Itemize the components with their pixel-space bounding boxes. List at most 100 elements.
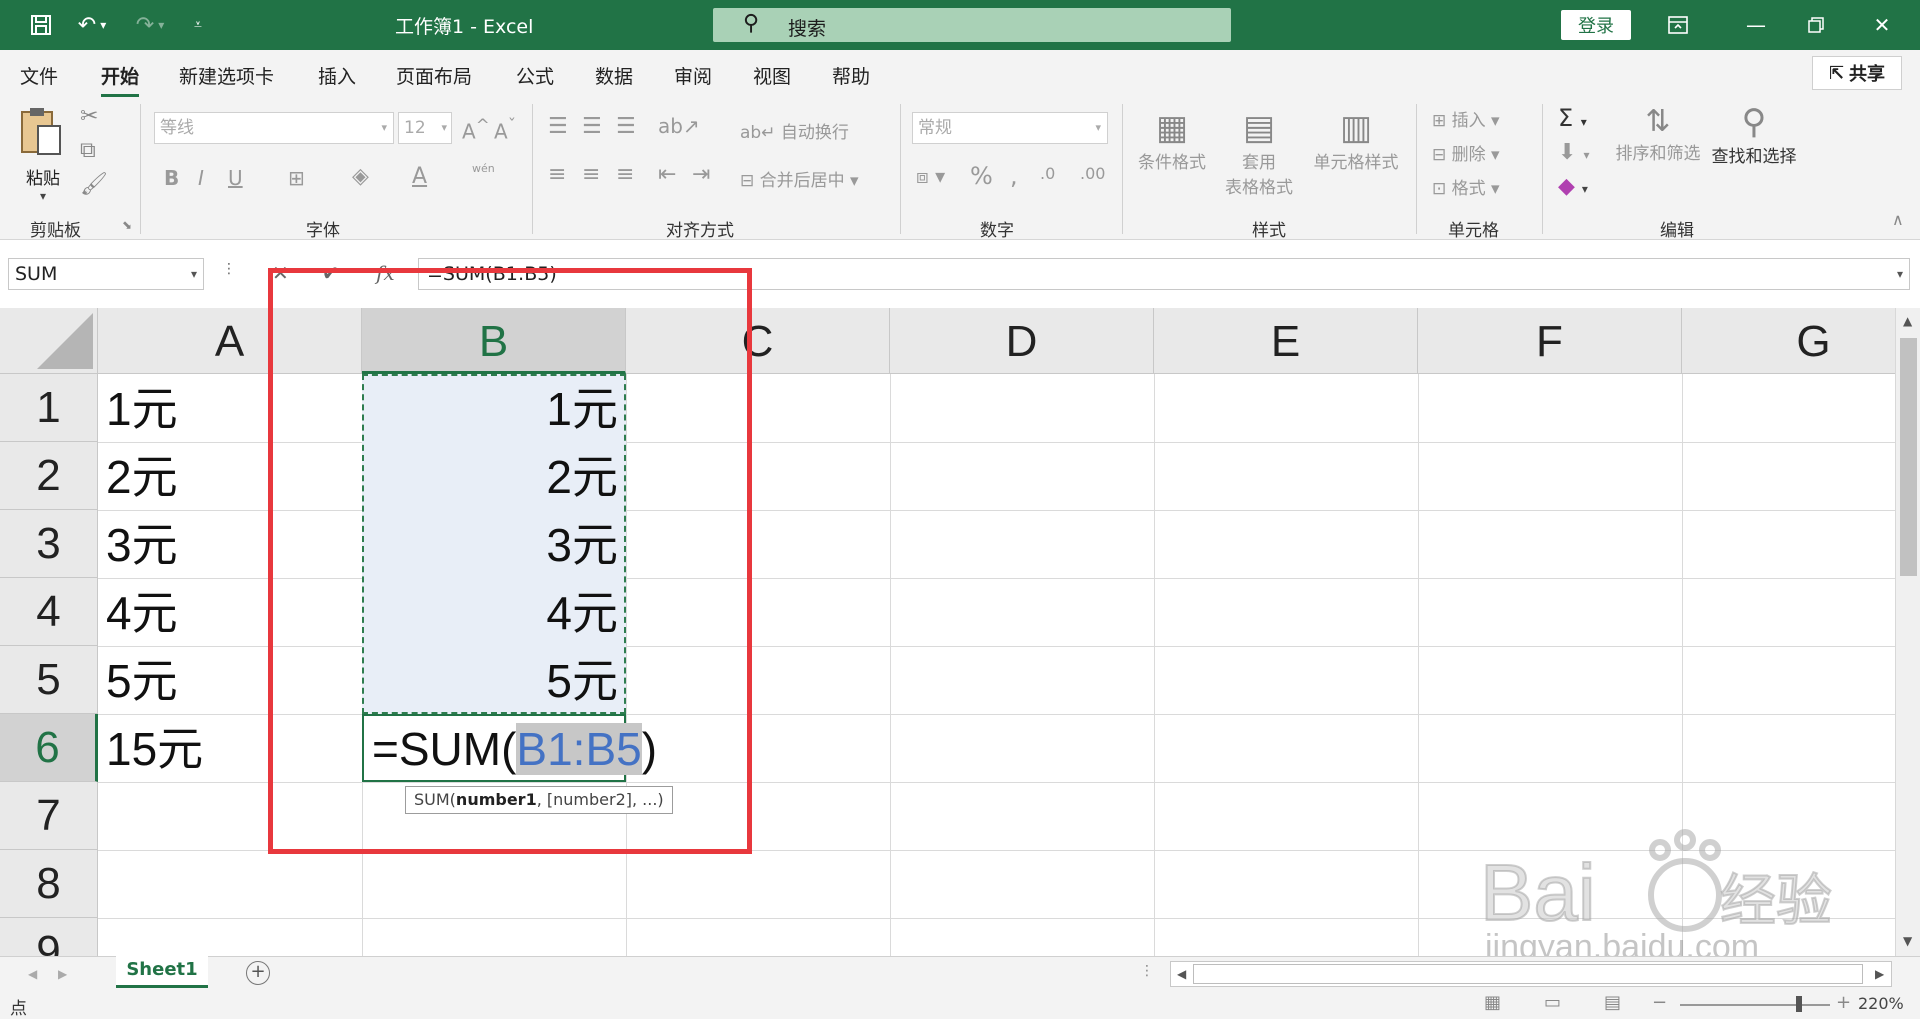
phonetic-icon[interactable]: wén — [472, 162, 495, 175]
tab-home[interactable]: 开始 — [101, 62, 140, 97]
formula-input[interactable]: =SUM(B1:B5) ▾ — [418, 258, 1910, 290]
paste-dropdown-icon[interactable]: ▾ — [18, 189, 68, 203]
zoom-slider[interactable] — [1680, 1004, 1830, 1006]
row-header-1[interactable]: 1 — [0, 374, 98, 442]
tab-split-handle-icon[interactable]: ⋮ — [1140, 963, 1154, 979]
cell-a5[interactable]: 5元 — [98, 646, 362, 714]
search-input[interactable]: ⚲ 搜索 — [713, 8, 1231, 42]
align-center-icon[interactable]: ≡ — [582, 162, 600, 187]
column-header-g[interactable]: G — [1682, 308, 1895, 374]
horizontal-scrollbar[interactable]: ◀ ▶ — [1170, 961, 1892, 987]
minimize-icon[interactable]: — — [1736, 8, 1776, 42]
row-header-3[interactable]: 3 — [0, 510, 98, 578]
save-icon[interactable] — [24, 10, 58, 40]
decrease-indent-icon[interactable]: ⇤ — [658, 162, 676, 187]
next-sheet-icon[interactable]: ▶ — [58, 967, 67, 981]
sort-filter-button[interactable]: ⇅ 排序和筛选 — [1610, 104, 1706, 164]
tab-insert[interactable]: 插入 — [318, 62, 356, 89]
zoom-slider-thumb[interactable] — [1796, 996, 1802, 1012]
worksheet-grid[interactable]: A B C D E F G 1 2 3 4 5 6 7 8 9 1元 2元 3元… — [0, 308, 1895, 956]
paste-button[interactable]: 粘贴 ▾ — [18, 106, 68, 203]
orientation-icon[interactable]: ab↗ — [658, 114, 700, 138]
cell-b4[interactable]: 4元 — [362, 578, 626, 646]
column-header-a[interactable]: A — [98, 308, 362, 374]
align-top-icon[interactable]: ☰ — [548, 114, 568, 139]
bold-icon[interactable]: B — [164, 166, 179, 190]
decrease-decimal-icon[interactable]: .00 — [1080, 164, 1105, 183]
align-left-icon[interactable]: ≡ — [548, 162, 566, 187]
currency-icon[interactable]: ⧈ ▾ — [916, 164, 945, 188]
fill-color-icon[interactable]: ◈ — [352, 164, 369, 189]
tab-page-layout[interactable]: 页面布局 — [396, 62, 472, 89]
percent-icon[interactable]: % — [970, 162, 993, 190]
expand-formula-icon[interactable]: ▾ — [1897, 259, 1903, 289]
border-icon[interactable]: ⊞ — [288, 166, 305, 190]
collapse-ribbon-icon[interactable]: ∧ — [1892, 210, 1904, 229]
page-layout-view-icon[interactable]: ▭ — [1544, 992, 1561, 1013]
horizontal-scroll-thumb[interactable] — [1193, 964, 1863, 984]
name-box[interactable]: SUM ▾ — [8, 258, 204, 290]
row-header-5[interactable]: 5 — [0, 646, 98, 714]
merge-center-button[interactable]: ⊟ 合并后居中 ▾ — [740, 166, 859, 191]
add-sheet-icon[interactable]: + — [246, 961, 270, 985]
number-format-select[interactable]: 常规 ▾ — [912, 112, 1108, 144]
tooltip-arg-number1[interactable]: number1 — [456, 790, 537, 809]
column-header-f[interactable]: F — [1418, 308, 1682, 374]
underline-icon[interactable]: U — [228, 166, 243, 190]
align-right-icon[interactable]: ≡ — [616, 162, 634, 187]
row-header-6[interactable]: 6 — [0, 714, 98, 782]
enter-icon[interactable]: ✔ — [322, 261, 339, 285]
select-all-corner[interactable] — [0, 308, 98, 374]
share-button[interactable]: ⇱ 共享 — [1812, 56, 1902, 90]
row-header-9[interactable]: 9 — [0, 918, 98, 956]
comma-icon[interactable]: , — [1010, 162, 1018, 190]
align-bottom-icon[interactable]: ☰ — [616, 114, 636, 139]
format-painter-icon[interactable]: 🖌 — [80, 172, 108, 197]
scroll-right-icon[interactable]: ▶ — [1875, 967, 1884, 981]
increase-font-icon[interactable]: A^ — [462, 116, 490, 144]
clear-icon[interactable]: ◆ ▾ — [1558, 174, 1588, 199]
row-header-8[interactable]: 8 — [0, 850, 98, 918]
column-header-b[interactable]: B — [362, 308, 626, 374]
cell-a2[interactable]: 2元 — [98, 442, 362, 510]
zoom-in-icon[interactable]: + — [1836, 992, 1851, 1013]
autosum-icon[interactable]: Σ ▾ — [1558, 104, 1587, 132]
vertical-scrollbar[interactable]: ▲ ▼ — [1895, 308, 1920, 956]
login-button[interactable]: 登录 — [1561, 10, 1631, 40]
zoom-out-icon[interactable]: − — [1652, 992, 1667, 1013]
redo-icon[interactable]: ↷ ▾ — [128, 10, 172, 40]
row-header-7[interactable]: 7 — [0, 782, 98, 850]
row-header-4[interactable]: 4 — [0, 578, 98, 646]
font-size-select[interactable]: 12 ▾ — [398, 112, 452, 144]
scroll-down-icon[interactable]: ▼ — [1903, 934, 1912, 948]
restore-icon[interactable] — [1796, 8, 1836, 42]
tab-help[interactable]: 帮助 — [832, 62, 870, 89]
vertical-scroll-thumb[interactable] — [1900, 338, 1917, 576]
fill-icon[interactable]: ⬇ ▾ — [1558, 140, 1589, 165]
tab-data[interactable]: 数据 — [595, 62, 633, 89]
decrease-font-icon[interactable]: Aˇ — [494, 116, 516, 144]
scroll-up-icon[interactable]: ▲ — [1903, 314, 1912, 328]
page-break-view-icon[interactable]: ▤ — [1604, 992, 1621, 1013]
insert-function-icon[interactable]: fx — [376, 261, 395, 285]
cell-a6[interactable]: 15元 — [98, 714, 362, 782]
align-middle-icon[interactable]: ☰ — [582, 114, 602, 139]
ribbon-display-options-icon[interactable] — [1658, 8, 1698, 42]
cell-a1[interactable]: 1元 — [98, 374, 362, 442]
customize-quick-access-icon[interactable]: ⩡ — [186, 10, 210, 40]
format-as-table-button[interactable]: ▤ 套用 表格格式 — [1214, 108, 1304, 198]
column-header-c[interactable]: C — [626, 308, 890, 374]
tab-review[interactable]: 审阅 — [674, 62, 712, 89]
cell-b3[interactable]: 3元 — [362, 510, 626, 578]
tab-new[interactable]: 新建选项卡 — [179, 62, 274, 89]
cell-a3[interactable]: 3元 — [98, 510, 362, 578]
tab-view[interactable]: 视图 — [753, 62, 791, 89]
copy-icon[interactable]: ⧉ — [80, 138, 96, 163]
conditional-format-button[interactable]: ▦ 条件格式 — [1134, 108, 1210, 173]
clipboard-launcher-icon[interactable]: ⬊ — [122, 218, 132, 232]
undo-icon[interactable]: ↶ ▾ — [70, 10, 114, 40]
row-header-2[interactable]: 2 — [0, 442, 98, 510]
cell-b5[interactable]: 5元 — [362, 646, 626, 714]
name-box-dropdown-icon[interactable]: ▾ — [191, 259, 197, 289]
cell-b1[interactable]: 1元 — [362, 374, 626, 442]
